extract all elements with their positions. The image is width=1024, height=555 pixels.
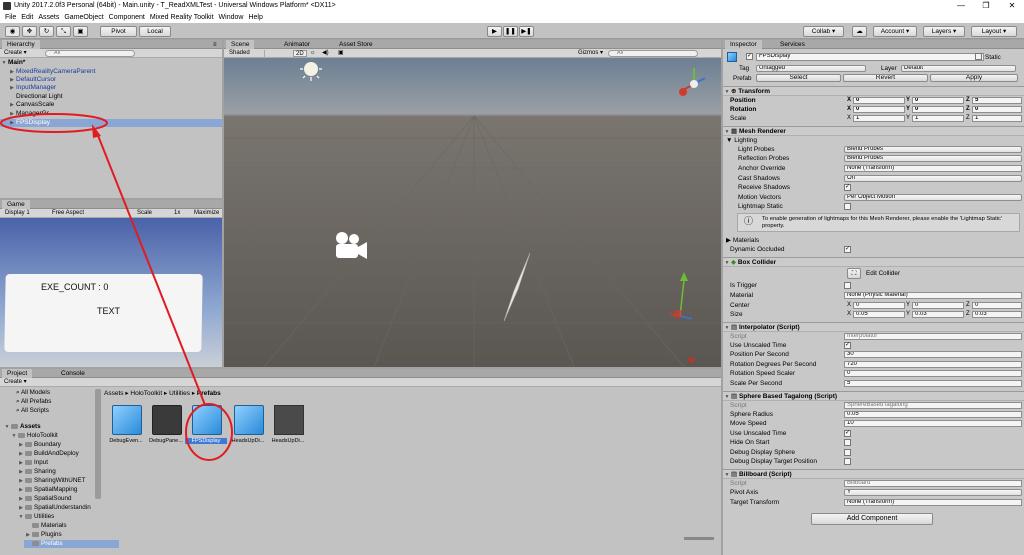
annotation-overlay [0, 113, 233, 461]
annotation-circle-hierarchy [0, 113, 108, 133]
annotation-arrowhead [92, 124, 101, 138]
annotation-circle-asset [185, 403, 233, 461]
annotation-arrow-line [96, 132, 206, 406]
